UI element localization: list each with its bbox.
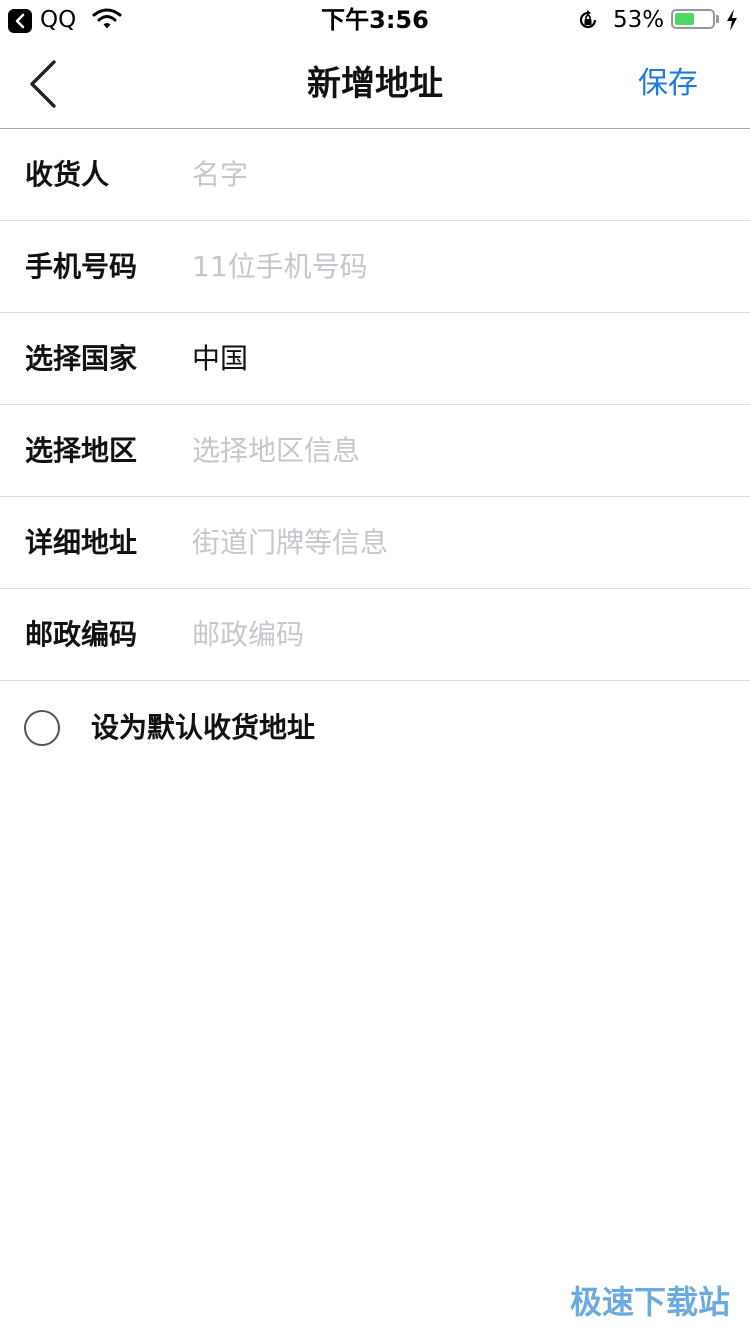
battery-percent: 53% [613, 7, 665, 33]
address-label: 详细地址 [25, 526, 138, 559]
region-label: 选择地区 [25, 434, 138, 467]
country-row[interactable]: 选择国家 中国 [0, 313, 750, 405]
postcode-row: 邮政编码 [0, 589, 750, 681]
battery-fill [675, 13, 694, 25]
nav-bar: 新增地址 保存 [0, 40, 750, 129]
charging-icon [726, 9, 738, 35]
recipient-row: 收货人 [0, 129, 750, 221]
battery-tip [716, 15, 719, 23]
address-input[interactable] [192, 517, 712, 567]
phone-input[interactable] [192, 241, 712, 291]
region-row[interactable]: 选择地区 选择地区信息 [0, 405, 750, 497]
country-value[interactable]: 中国 [192, 313, 248, 404]
status-bar: QQ 下午3:56 53% [0, 0, 750, 40]
postcode-label: 邮政编码 [25, 618, 138, 651]
recipient-label: 收货人 [25, 158, 110, 191]
default-address-checkbox[interactable] [24, 710, 60, 746]
watermark-logo: 极速下载站 [569, 1283, 730, 1321]
postcode-input[interactable] [192, 609, 712, 659]
rotation-lock-icon [576, 8, 600, 36]
phone-row: 手机号码 [0, 221, 750, 313]
save-button[interactable]: 保存 [638, 40, 698, 128]
default-address-option[interactable]: 设为默认收货地址 [0, 682, 750, 774]
phone-label: 手机号码 [25, 250, 138, 283]
recipient-input[interactable] [192, 149, 712, 199]
default-address-label: 设为默认收货地址 [91, 711, 316, 744]
region-picker[interactable]: 选择地区信息 [192, 405, 360, 496]
address-row: 详细地址 [0, 497, 750, 589]
address-form: 收货人 手机号码 选择国家 中国 选择地区 选择地区信息 详细地址 邮政编码 [0, 129, 750, 681]
battery-icon [671, 9, 715, 29]
country-label: 选择国家 [25, 342, 138, 375]
